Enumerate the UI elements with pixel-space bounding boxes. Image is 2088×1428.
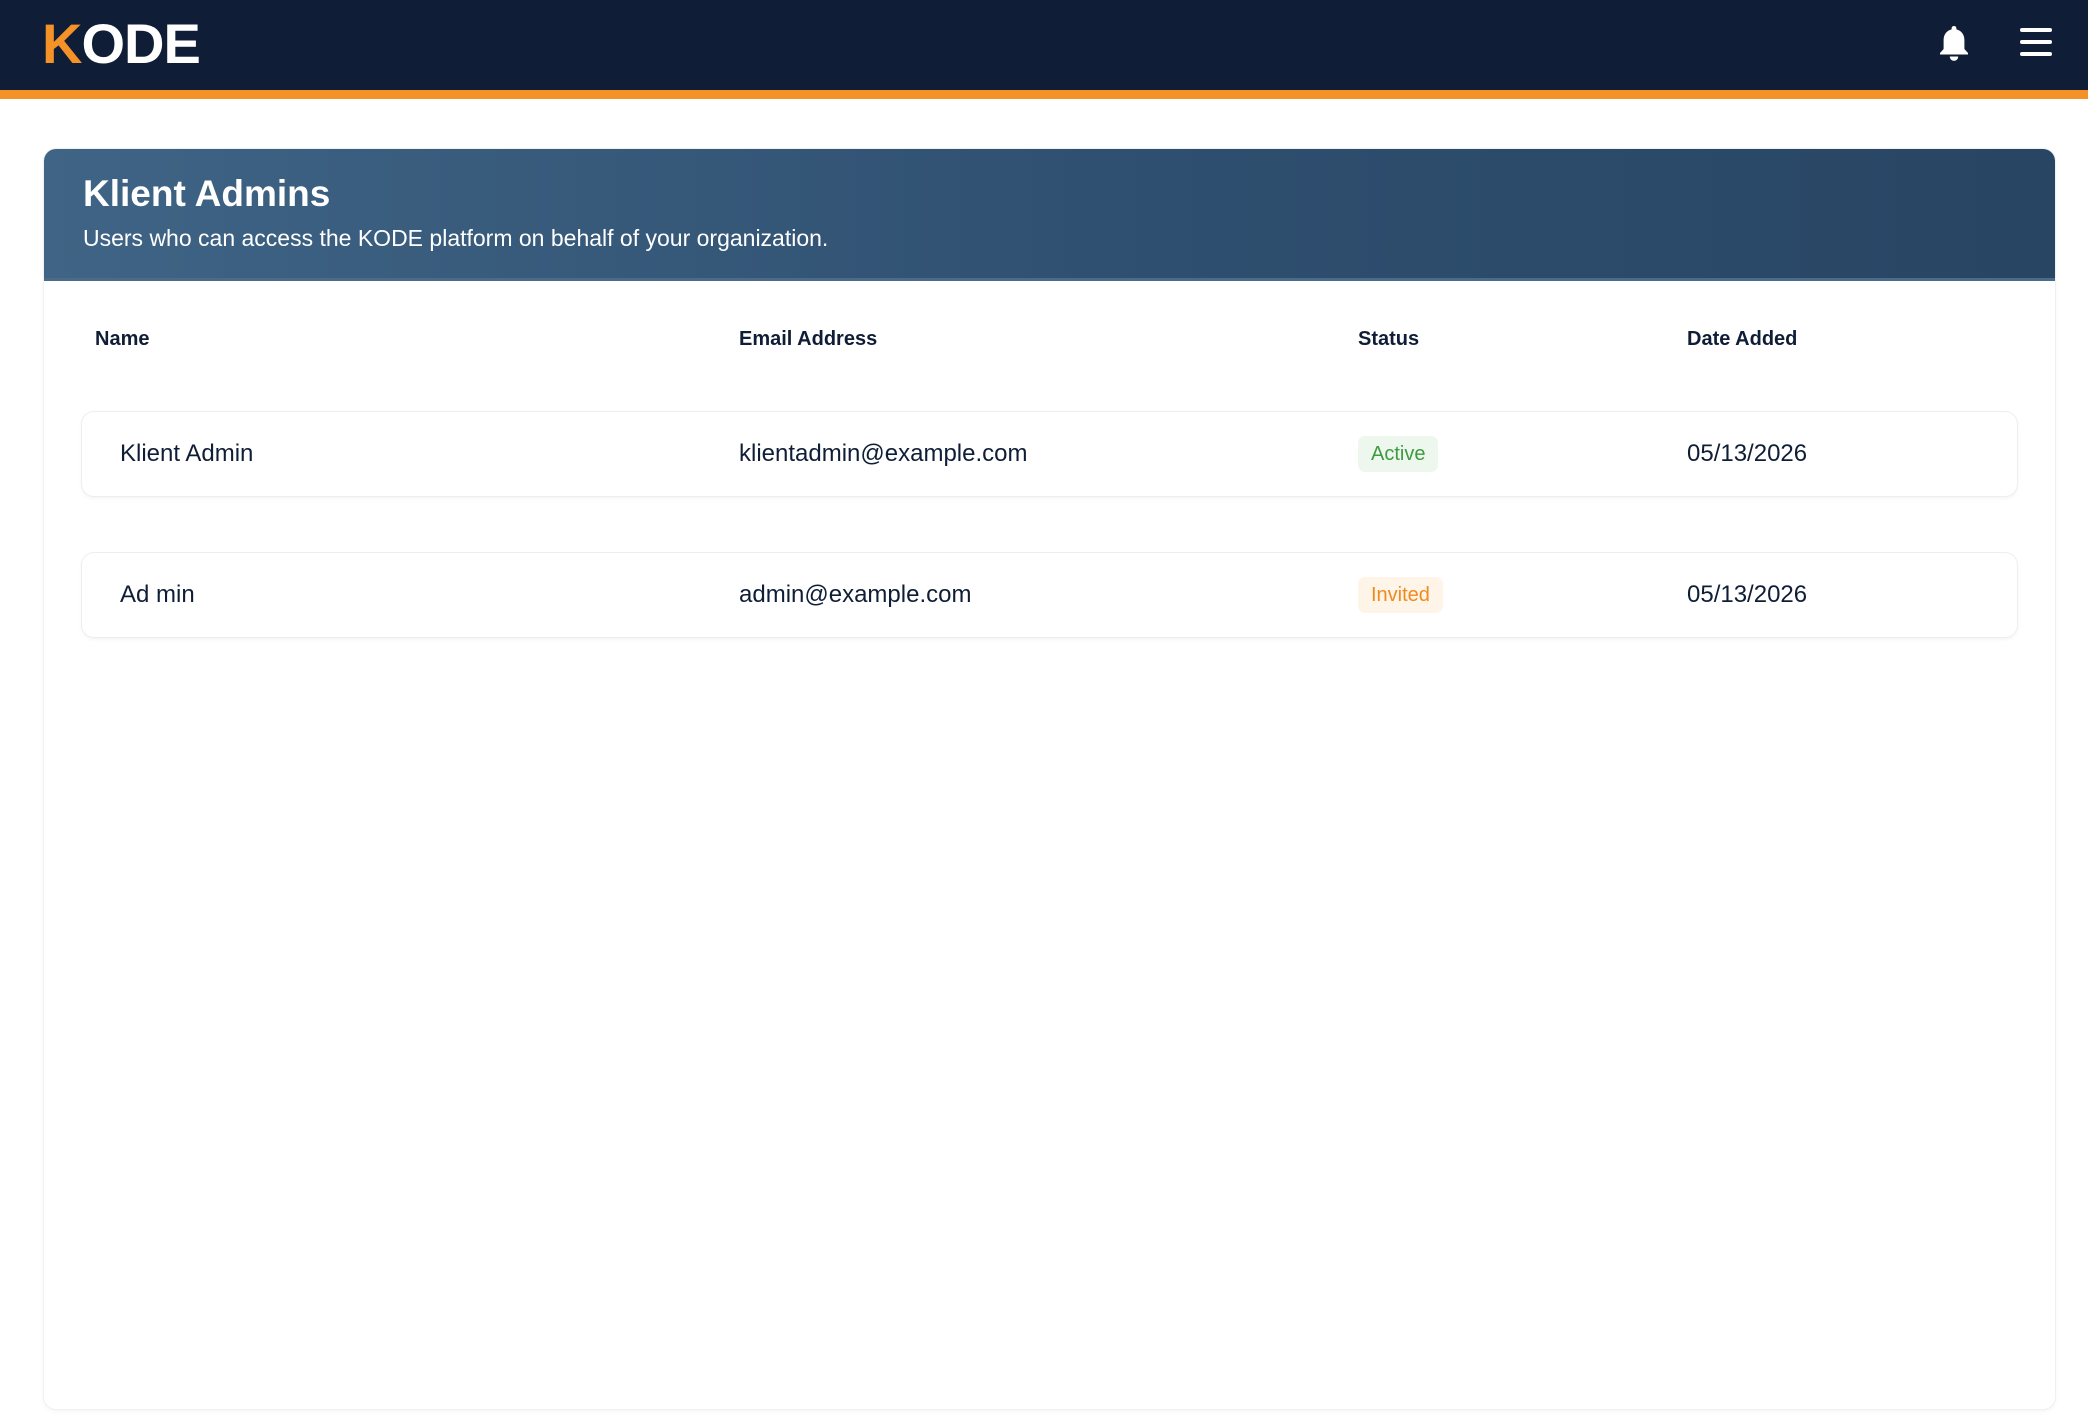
row-email: klientadmin@example.com (739, 440, 1028, 467)
column-header-name[interactable]: Name (95, 328, 149, 351)
column-header-email[interactable]: Email Address (739, 328, 877, 351)
row-date-added: 05/13/2026 (1687, 581, 1808, 608)
klient-admins-panel: Klient Admins Users who can access the K… (44, 149, 2055, 1409)
panel-title: Klient Admins (83, 173, 331, 214)
hamburger-menu-icon[interactable] (2018, 24, 2054, 60)
row-date-added: 05/13/2026 (1687, 440, 1808, 467)
row-name: Ad min (120, 581, 195, 608)
column-header-status[interactable]: Status (1358, 328, 1419, 351)
kode-logo[interactable]: KODE (42, 12, 201, 75)
status-badge: Active (1358, 436, 1439, 472)
top-nav-accent-stripe (0, 90, 2088, 99)
logo-letter-k: K (42, 12, 82, 75)
table-row[interactable]: Klient Admin klientadmin@example.com Act… (82, 412, 2017, 496)
status-badge: Invited (1358, 577, 1443, 613)
logo-letters-ode: ODE (81, 12, 200, 75)
row-name: Klient Admin (120, 440, 254, 467)
bell-icon[interactable] (1937, 24, 1971, 62)
column-header-date-added[interactable]: Date Added (1687, 328, 1797, 351)
panel-subtitle: Users who can access the KODE platform o… (83, 225, 829, 251)
top-nav-bar: KODE (0, 0, 2088, 90)
table-row[interactable]: Ad min admin@example.com Invited 05/13/2… (82, 553, 2017, 637)
row-email: admin@example.com (739, 581, 972, 608)
panel-header: Klient Admins Users who can access the K… (44, 149, 2055, 281)
